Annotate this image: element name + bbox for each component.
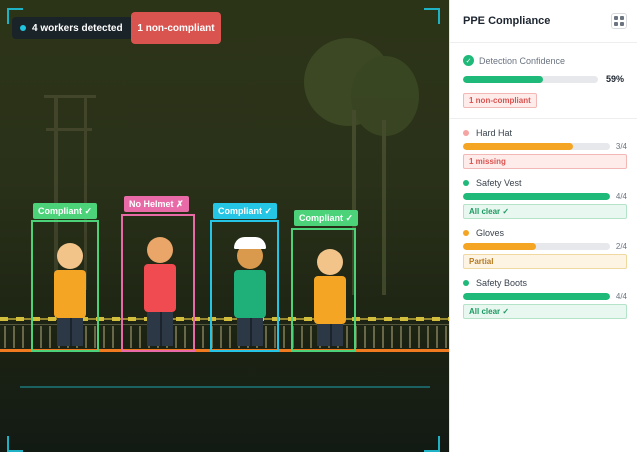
worker-status-label: Compliant ✓ (213, 203, 278, 219)
grid-icon (614, 16, 618, 20)
status-dot-icon (463, 180, 469, 186)
worker-head (57, 243, 83, 269)
fence-post (445, 326, 447, 348)
grid-view-button[interactable] (611, 13, 627, 29)
app: Compliant ✓ No Helmet ✗ Compliant ✓ Complia… (0, 0, 637, 452)
live-dot-icon (20, 25, 26, 31)
status-dot-icon (463, 130, 469, 136)
fence-stripe (112, 317, 120, 321)
fence-post (202, 326, 204, 348)
fence-post (391, 326, 393, 348)
ppe-item-status-badge: All clear ✓ (463, 204, 627, 219)
ppe-item[interactable]: Hard Hat 3/4 1 missing (450, 119, 637, 169)
worker-legs (147, 312, 173, 346)
noncompliant-text: 1 non-compliant (137, 22, 215, 34)
hard-hat-icon (234, 237, 266, 249)
fence-post (112, 326, 114, 348)
check-circle-icon: ✓ (463, 55, 474, 66)
fence-post (283, 326, 285, 348)
ppe-item-bar-fill (463, 193, 610, 200)
noncompliant-chip[interactable]: 1 non-compliant (131, 12, 221, 44)
viewfinder-corner-top-right (424, 8, 440, 24)
ppe-item-header: Safety Boots (463, 278, 627, 288)
worker-legs (317, 324, 343, 346)
confidence-bar-fill (463, 75, 543, 83)
ground-reflection (20, 386, 430, 388)
confidence-bar (463, 75, 598, 83)
fence-post (436, 326, 438, 348)
ppe-item-bar (463, 193, 610, 200)
ppe-item-count: 3/4 (615, 142, 627, 151)
fence-stripe (368, 317, 376, 321)
worker-status-label: No Helmet ✗ (124, 196, 189, 212)
ppe-item-header: Hard Hat (463, 128, 627, 138)
ppe-item-name: Safety Vest (476, 178, 522, 188)
confidence-title: Detection Confidence (479, 55, 566, 66)
ppe-sidebar: PPE Compliance ✓ Detection Confidence 59… (449, 0, 637, 452)
worker-status-label: Compliant ✓ (33, 203, 98, 219)
status-dot-icon (463, 280, 469, 286)
worker-status-label: Compliant ✓ (294, 210, 359, 226)
fence-post (13, 326, 15, 348)
ppe-item-name: Hard Hat (476, 128, 513, 138)
status-dot-icon (463, 230, 469, 236)
fence-post (103, 326, 105, 348)
ppe-item-count: 4/4 (615, 292, 627, 301)
workers-detected-chip: 4 workers detected (12, 17, 133, 39)
ppe-item-header: Safety Vest (463, 178, 627, 188)
viewfinder-corner-bottom-left (7, 436, 23, 452)
ppe-item-bar-fill (463, 243, 537, 250)
fence-post (400, 326, 402, 348)
fence-stripe (416, 317, 424, 321)
fence-post (373, 326, 375, 348)
viewfinder-corner-top-left (7, 8, 23, 24)
camera-view[interactable]: Compliant ✓ No Helmet ✗ Compliant ✓ Complia… (0, 0, 449, 452)
worker-body (314, 276, 346, 324)
confidence-percent: 59% (605, 74, 624, 84)
ppe-item-bar-fill (463, 293, 610, 300)
workers-detected-text: 4 workers detected (32, 22, 123, 34)
worker-head (147, 237, 173, 263)
ppe-item-status-badge: Partial (463, 254, 627, 269)
ppe-item-count: 4/4 (615, 192, 627, 201)
ppe-item-name: Safety Boots (476, 278, 528, 288)
fence-stripe (16, 317, 24, 321)
worker-body (144, 264, 176, 312)
worker-head (317, 249, 343, 275)
ppe-item-status-badge: 1 missing (463, 154, 627, 169)
detection-confidence-section: ✓ Detection Confidence 59% 1 non-complia… (450, 43, 637, 119)
ppe-item-list: Hard Hat 3/4 1 missing Safety Vest 4/4 All cl… (450, 119, 637, 319)
ppe-item-bar (463, 243, 610, 250)
fence-post (409, 326, 411, 348)
sidebar-header: PPE Compliance (450, 0, 637, 43)
fence-post (418, 326, 420, 348)
fence-stripe (400, 317, 408, 321)
confidence-noncompliant-badge: 1 non-compliant (463, 93, 537, 108)
ppe-item-header: Gloves (463, 228, 627, 238)
fence-post (364, 326, 366, 348)
ppe-item-bar-fill (463, 143, 574, 150)
fence-stripe (384, 317, 392, 321)
ppe-item-bar (463, 143, 610, 150)
ppe-item-count: 2/4 (615, 242, 627, 251)
fence-post (22, 326, 24, 348)
viewfinder-corner-bottom-right (424, 436, 440, 452)
worker-body (234, 270, 266, 318)
fence-post (382, 326, 384, 348)
fence-post (4, 326, 6, 348)
fence-post (427, 326, 429, 348)
ppe-item[interactable]: Safety Boots 4/4 All clear ✓ (450, 269, 637, 319)
ppe-item[interactable]: Safety Vest 4/4 All clear ✓ (450, 169, 637, 219)
sidebar-title: PPE Compliance (463, 15, 551, 27)
ppe-item-status-badge: All clear ✓ (463, 304, 627, 319)
ppe-item-name: Gloves (476, 228, 505, 238)
fence-stripe (432, 317, 440, 321)
worker-legs (237, 318, 263, 346)
ppe-item-bar (463, 293, 610, 300)
worker-legs (57, 318, 83, 346)
fence-stripe (0, 317, 8, 321)
ppe-item[interactable]: Gloves 2/4 Partial (450, 219, 637, 269)
worker-body (54, 270, 86, 318)
